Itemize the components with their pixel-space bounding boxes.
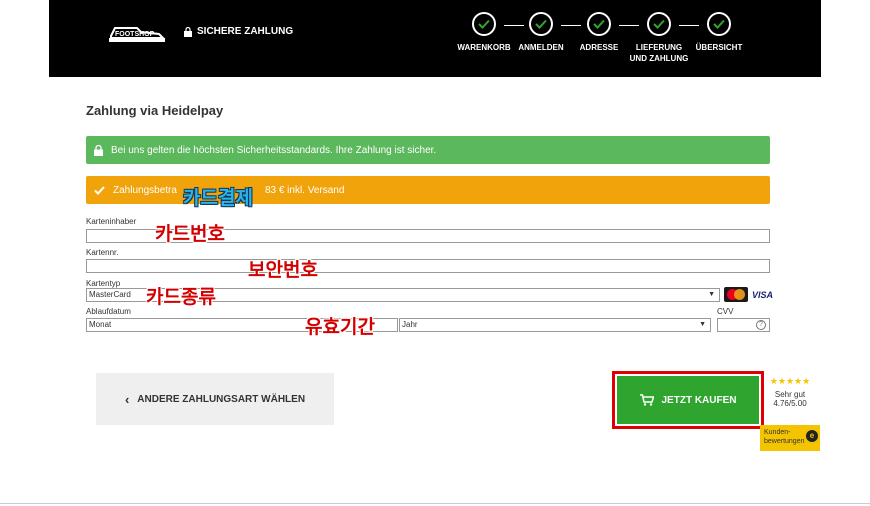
- header-bar: FOOTSHOP SICHERE ZAHLUNG WARENKORB ANMEL…: [49, 0, 821, 77]
- buy-button-highlight: JETZT KAUFEN: [612, 371, 764, 429]
- footshop-logo[interactable]: FOOTSHOP: [107, 22, 167, 44]
- annotation-card-type: 카드종류: [146, 286, 216, 308]
- secure-payment-label: SICHERE ZAHLUNG: [197, 26, 294, 37]
- logo-text: FOOTSHOP: [115, 31, 155, 38]
- cvv-input[interactable]: ?: [717, 318, 770, 332]
- rating-text: Sehr gut: [774, 390, 806, 399]
- chevron-down-icon: ▼: [708, 291, 715, 298]
- footer-divider: [0, 503, 870, 504]
- page-title: Zahlung via Heidelpay: [86, 103, 224, 118]
- number-label: Kartennr.: [86, 248, 119, 257]
- chevron-down-icon: ▼: [699, 321, 706, 328]
- card-number-input[interactable]: [86, 259, 770, 273]
- expiry-year-value: Jahr: [402, 320, 418, 329]
- annotation-card-number: 카드번호: [155, 223, 225, 245]
- annotation-expiry: 유효기간: [305, 316, 375, 338]
- amount-notice-suffix: 83 € inkl. Versand: [264, 184, 345, 196]
- rating-score: 4.76/5.00: [773, 399, 807, 408]
- expiry-month-value: Monat: [89, 320, 112, 329]
- check-icon: [647, 12, 671, 36]
- chevron-left-icon: ‹: [124, 391, 130, 407]
- step-label: ÜBERSICHT: [695, 43, 743, 52]
- step-uebersicht[interactable]: ÜBERSICHT: [684, 12, 754, 53]
- change-payment-method-button[interactable]: ‹ ANDERE ZAHLUNGSART WÄHLEN: [96, 373, 334, 425]
- mastercard-icon: [724, 287, 748, 302]
- amount-notice-prefix: Zahlungsbetra: [113, 184, 177, 196]
- buy-now-button[interactable]: JETZT KAUFEN: [617, 376, 759, 424]
- lock-icon: [94, 144, 103, 156]
- ekomi-icon: e: [806, 430, 818, 442]
- card-brand-logos: VISA: [724, 287, 773, 302]
- help-icon[interactable]: ?: [756, 320, 766, 330]
- card-type-value: MasterCard: [89, 290, 131, 299]
- buy-button-label: JETZT KAUFEN: [661, 394, 737, 406]
- check-icon: [587, 12, 611, 36]
- annotation-card-payment: 카드결제: [183, 187, 253, 209]
- security-notice: Bei uns gelten die höchsten Sicherheitss…: [86, 136, 770, 164]
- expiry-year-select[interactable]: Jahr ▼: [399, 318, 711, 332]
- visa-icon: VISA: [752, 289, 774, 300]
- security-notice-text: Bei uns gelten die höchsten Sicherheitss…: [111, 144, 437, 156]
- cvv-label: CVV: [717, 307, 734, 316]
- back-button-label: ANDERE ZAHLUNGSART WÄHLEN: [137, 393, 306, 405]
- customer-reviews-badge[interactable]: Kunden- bewertungen e: [760, 425, 820, 451]
- checkout-steps: WARENKORB ANMELDEN ADRESSE LIEFERUNG UND…: [454, 12, 754, 72]
- check-icon: [472, 12, 496, 36]
- secure-payment-indicator: SICHERE ZAHLUNG: [184, 26, 293, 37]
- holder-label: Karteninhaber: [86, 217, 137, 226]
- lock-icon: [184, 26, 192, 37]
- check-icon: [707, 12, 731, 36]
- type-label: Kartentyp: [86, 279, 121, 288]
- check-icon: [529, 12, 553, 36]
- rating-stars: ★★★★★: [769, 376, 811, 386]
- check-icon: [94, 185, 105, 195]
- expiry-label: Ablaufdatum: [86, 307, 131, 316]
- rating-widget[interactable]: ★★★★★ Sehr gut 4.76/5.00: [760, 376, 820, 408]
- annotation-security-code: 보안번호: [248, 259, 318, 281]
- cart-icon: [639, 394, 654, 406]
